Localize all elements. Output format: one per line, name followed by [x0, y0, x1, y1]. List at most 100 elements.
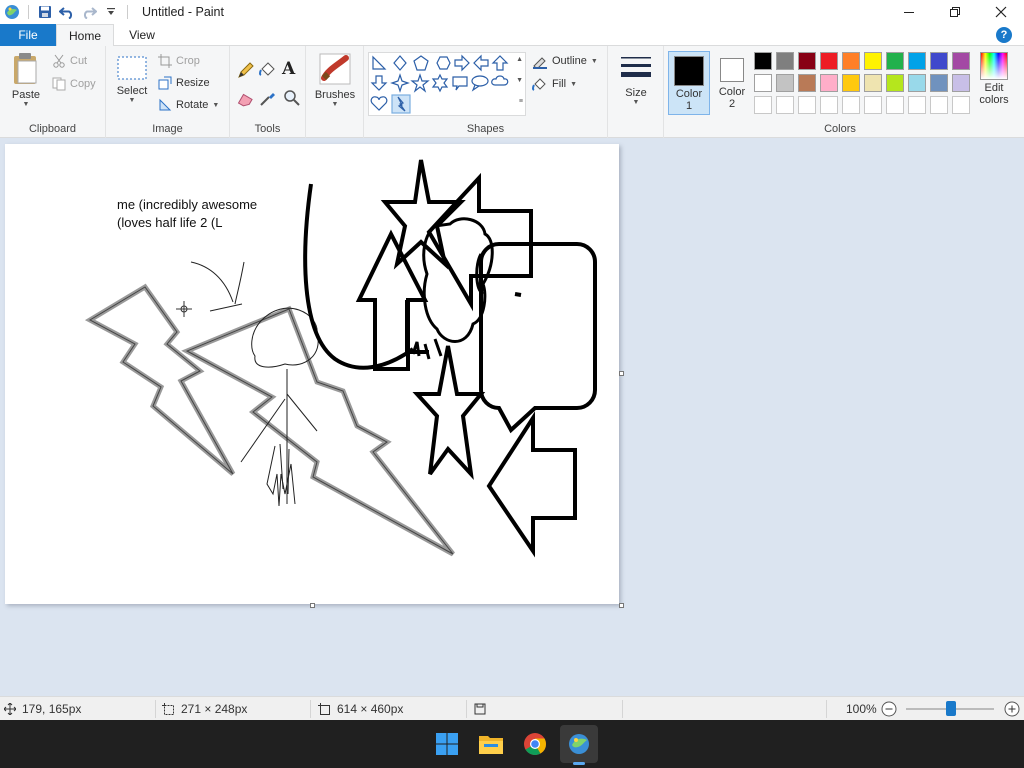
fill-dropdown[interactable]: Fill ▼	[532, 74, 577, 94]
shapes-expand[interactable]: ≡	[519, 98, 523, 105]
shape-diamond[interactable]	[393, 55, 407, 71]
shapes-scroll-up[interactable]: ▲	[516, 56, 523, 63]
palette-swatch[interactable]	[952, 96, 970, 114]
tab-file[interactable]: File	[0, 24, 56, 46]
palette-swatch[interactable]	[776, 96, 794, 114]
color1-button[interactable]: Color 1	[668, 51, 710, 115]
palette-swatch[interactable]	[864, 52, 882, 70]
palette-swatch[interactable]	[886, 52, 904, 70]
palette-swatch[interactable]	[930, 96, 948, 114]
canvas-workspace[interactable]: me (incredibly awesome (loves half life …	[0, 138, 1024, 696]
zoom-slider-thumb[interactable]	[946, 701, 956, 716]
magnifier-icon[interactable]	[282, 88, 302, 108]
palette-swatch[interactable]	[864, 74, 882, 92]
palette-swatch[interactable]	[886, 74, 904, 92]
edit-colors-button[interactable]: Edit colors	[974, 52, 1014, 106]
file-explorer-icon[interactable]	[472, 725, 510, 763]
shape-five-point-star[interactable]	[410, 73, 430, 93]
resize-handle-bottom[interactable]	[310, 603, 315, 608]
select-button[interactable]: Select ▼	[112, 54, 152, 104]
palette-swatch[interactable]	[820, 74, 838, 92]
color2-button[interactable]: Color 2	[712, 51, 752, 115]
copy-button[interactable]: Copy	[52, 74, 96, 94]
shape-cloud-callout[interactable]	[491, 75, 509, 86]
outline-dropdown[interactable]: Outline ▼	[532, 51, 598, 71]
palette-swatch[interactable]	[798, 74, 816, 92]
palette-swatch[interactable]	[842, 96, 860, 114]
status-divider	[155, 700, 156, 718]
palette-swatch[interactable]	[952, 74, 970, 92]
shape-six-point-star[interactable]	[431, 73, 449, 93]
shape-oval-callout[interactable]	[471, 75, 489, 92]
pencil-icon[interactable]	[236, 60, 256, 80]
qat-separator	[28, 5, 29, 19]
shape-four-point-star[interactable]	[390, 73, 410, 93]
resize-button[interactable]: Resize	[158, 73, 210, 93]
zoom-in-button[interactable]	[1004, 697, 1020, 721]
palette-swatch[interactable]	[952, 52, 970, 70]
resize-handle-corner[interactable]	[619, 603, 624, 608]
cut-label: Cut	[70, 55, 88, 67]
palette-swatch[interactable]	[864, 96, 882, 114]
palette-swatch[interactable]	[908, 96, 926, 114]
shapes-group: ▲ ▼ ≡ Outline ▼ Fill ▼ Shapes	[364, 46, 608, 138]
zoom-out-button[interactable]	[881, 697, 897, 721]
windows-start-icon[interactable]	[428, 725, 466, 763]
fill-bucket-icon[interactable]	[258, 60, 278, 80]
shape-pentagon[interactable]	[413, 55, 429, 71]
crop-button[interactable]: Crop	[158, 51, 200, 71]
drawing-canvas[interactable]: me (incredibly awesome (loves half life …	[5, 144, 619, 604]
palette-swatch[interactable]	[798, 96, 816, 114]
minimize-button[interactable]	[886, 0, 932, 24]
palette-swatch[interactable]	[754, 74, 772, 92]
palette-swatch[interactable]	[820, 96, 838, 114]
paste-button[interactable]: Paste ▼	[6, 52, 46, 108]
shape-down-arrow[interactable]	[370, 75, 388, 91]
palette-swatch[interactable]	[886, 96, 904, 114]
customize-qat-dropdown[interactable]	[101, 2, 121, 22]
shapes-scroll-down[interactable]: ▼	[516, 77, 523, 84]
lightning-bolt-left	[84, 283, 236, 476]
paint-app-icon[interactable]	[2, 2, 22, 22]
close-button[interactable]	[978, 0, 1024, 24]
palette-swatch[interactable]	[754, 96, 772, 114]
paint-taskbar-button[interactable]	[560, 725, 598, 765]
shape-left-arrow[interactable]	[473, 54, 489, 72]
save-icon[interactable]	[35, 2, 55, 22]
color-picker-icon[interactable]	[258, 88, 278, 108]
shape-right-arrow[interactable]	[454, 54, 470, 72]
shape-right-triangle[interactable]	[372, 55, 387, 70]
undo-icon[interactable]	[57, 2, 77, 22]
tab-home[interactable]: Home	[56, 24, 114, 47]
size-group: Size ▼	[608, 46, 664, 138]
eraser-icon[interactable]	[236, 88, 256, 108]
help-icon[interactable]: ?	[996, 27, 1012, 43]
palette-swatch[interactable]	[820, 52, 838, 70]
palette-swatch[interactable]	[776, 74, 794, 92]
shapes-gallery[interactable]: ▲ ▼ ≡	[368, 52, 526, 116]
shape-hexagon[interactable]	[436, 56, 451, 70]
redo-icon[interactable]	[79, 2, 99, 22]
shape-up-arrow[interactable]	[491, 55, 509, 71]
chrome-icon[interactable]	[516, 725, 554, 763]
shape-heart[interactable]	[370, 96, 388, 111]
palette-swatch[interactable]	[908, 52, 926, 70]
size-label: Size	[625, 87, 647, 99]
palette-swatch[interactable]	[908, 74, 926, 92]
palette-swatch[interactable]	[754, 52, 772, 70]
palette-swatch[interactable]	[798, 52, 816, 70]
brushes-button[interactable]: Brushes ▼	[310, 52, 360, 108]
size-button[interactable]: Size ▼	[614, 54, 658, 106]
palette-swatch[interactable]	[842, 52, 860, 70]
palette-swatch[interactable]	[930, 52, 948, 70]
cut-button[interactable]: Cut	[52, 51, 87, 71]
rotate-button[interactable]: Rotate ▼	[158, 95, 219, 115]
shape-rounded-callout[interactable]	[452, 76, 468, 91]
tab-view[interactable]: View	[114, 24, 170, 46]
palette-swatch[interactable]	[842, 74, 860, 92]
resize-handle-right[interactable]	[619, 371, 624, 376]
text-icon[interactable]: A	[282, 59, 302, 79]
palette-swatch[interactable]	[776, 52, 794, 70]
palette-swatch[interactable]	[930, 74, 948, 92]
maximize-button[interactable]	[932, 0, 978, 24]
